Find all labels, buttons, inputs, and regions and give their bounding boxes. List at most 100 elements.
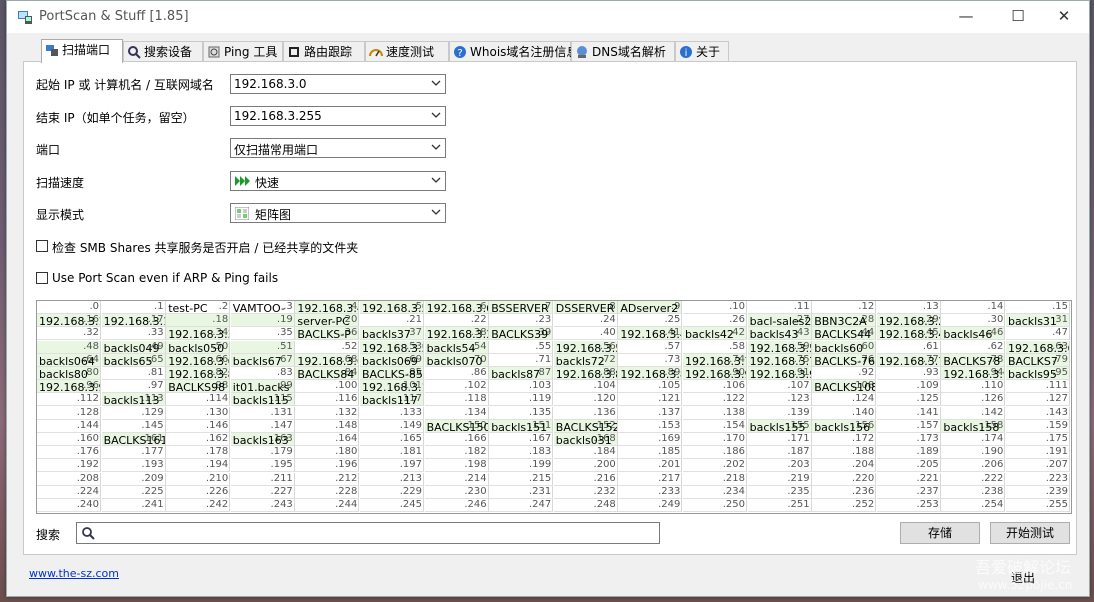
ip-cell[interactable]: .104 xyxy=(553,380,618,394)
ip-cell[interactable]: .69 backls069 xyxy=(360,353,424,367)
ip-cell[interactable]: .10 xyxy=(683,301,747,314)
ip-cell[interactable]: .47 xyxy=(1006,327,1070,341)
ip-cell[interactable]: .130 xyxy=(166,406,231,420)
ip-cell[interactable]: .62 xyxy=(941,340,1006,354)
ip-cell[interactable]: .149 xyxy=(360,419,424,433)
ip-cell[interactable]: .176 xyxy=(37,446,101,460)
ip-cell[interactable]: .119 xyxy=(489,393,554,407)
ip-cell[interactable]: .50 backls050 xyxy=(166,340,231,354)
ip-cell[interactable]: .235 xyxy=(747,485,812,499)
ip-cell[interactable]: .85 BACLKS-85 xyxy=(360,367,424,380)
ip-cell[interactable]: .228 xyxy=(295,485,360,499)
ip-cell[interactable]: .175 xyxy=(1006,433,1070,446)
ip-cell[interactable]: .232 xyxy=(553,485,618,499)
ip-cell[interactable]: .86 xyxy=(424,367,489,380)
ip-cell[interactable]: .124 xyxy=(812,393,877,407)
ip-cell[interactable]: .2 test-PC xyxy=(166,301,231,314)
ip-cell[interactable]: .253 xyxy=(876,499,941,512)
ip-cell[interactable]: .53192.168.3.53 xyxy=(360,340,424,354)
ip-cell[interactable]: .203 xyxy=(747,459,812,473)
ip-cell[interactable]: .220 xyxy=(812,472,877,486)
ip-cell[interactable]: .116 xyxy=(295,393,360,407)
ip-cell[interactable]: .187 xyxy=(747,446,812,460)
ip-cell[interactable]: .242 xyxy=(166,499,231,512)
website-link[interactable]: www.the-sz.com xyxy=(29,567,119,580)
ip-cell[interactable]: .35 xyxy=(230,327,295,341)
ip-cell[interactable]: .42 backls42 xyxy=(683,327,747,341)
ip-cell[interactable]: .96192.168.3.96 xyxy=(37,380,101,394)
ip-cell[interactable]: .5 192.168.3.5 xyxy=(360,301,424,314)
ip-cell[interactable]: .158 backls158 xyxy=(941,419,1006,433)
ip-cell[interactable]: .8 DSSERVER xyxy=(553,301,618,314)
ip-cell[interactable]: .36 BACLKS-P xyxy=(295,327,360,341)
ip-cell[interactable]: .182 xyxy=(424,446,489,460)
close-button[interactable]: ✕ xyxy=(1041,1,1087,33)
ip-cell[interactable]: .198 xyxy=(424,459,489,473)
ip-cell[interactable]: .159 xyxy=(1006,419,1070,433)
ip-cell[interactable]: .57 xyxy=(618,340,683,354)
ip-cell[interactable]: .160 xyxy=(37,433,101,446)
ip-cell[interactable]: .103 xyxy=(489,380,554,394)
ip-matrix[interactable]: .0 .1 .2 test-PC .3 VAMTOO- .4 192.168.3.4.5 192… xyxy=(36,300,1072,514)
save-button[interactable]: 存储 xyxy=(900,522,980,544)
ip-cell[interactable]: .128 xyxy=(37,406,101,420)
ip-cell[interactable]: .150 BACLKS150 xyxy=(424,419,489,433)
ip-cell[interactable]: .229 xyxy=(360,485,424,499)
maximize-button[interactable]: ☐ xyxy=(995,1,1041,33)
ip-cell[interactable]: .93 xyxy=(876,367,941,380)
ip-cell[interactable]: .204 xyxy=(812,459,877,473)
ip-cell[interactable]: .52 xyxy=(295,340,360,354)
ip-cell[interactable]: .112 xyxy=(37,393,101,407)
ip-cell[interactable]: .84 BACLKS84 xyxy=(295,367,360,380)
ip-cell[interactable]: .65 backls65 xyxy=(101,353,166,367)
ip-cell[interactable]: .252 xyxy=(812,499,877,512)
ip-cell[interactable]: .219 xyxy=(747,472,812,486)
tab-ping[interactable]: Ping 工具 xyxy=(203,41,283,62)
ip-cell[interactable]: .152 BACLKS152 xyxy=(553,419,618,433)
ip-cell[interactable]: .121 xyxy=(618,393,683,407)
ip-cell[interactable]: .209 xyxy=(101,472,166,486)
ip-cell[interactable]: .202 xyxy=(683,459,747,473)
title-bar[interactable]: PortScan & Stuff [1.85] — ☐ ✕ xyxy=(7,1,1089,33)
ip-cell[interactable]: .80 backls80 xyxy=(37,367,101,380)
ip-cell[interactable]: .9 ADserver2 xyxy=(618,301,683,314)
ip-cell[interactable]: .39 BACLKS39 xyxy=(489,327,554,341)
ip-cell[interactable]: .147 xyxy=(230,419,295,433)
ip-cell[interactable]: .141 xyxy=(876,406,941,420)
ip-cell[interactable]: .148 xyxy=(295,419,360,433)
start-test-button[interactable]: 开始测试 xyxy=(990,522,1070,544)
ip-cell[interactable]: .172 xyxy=(812,433,877,446)
ip-cell[interactable]: .68192.168.3.68 xyxy=(295,353,360,367)
ip-cell[interactable]: .67 backls67 xyxy=(230,353,295,367)
ip-cell[interactable]: .221 xyxy=(876,472,941,486)
ip-cell[interactable]: .238 xyxy=(941,485,1006,499)
ip-cell[interactable]: .40 xyxy=(553,327,618,341)
ip-cell[interactable]: .12 xyxy=(812,301,877,314)
ip-cell[interactable]: .245 xyxy=(360,499,424,512)
ip-cell[interactable]: .100 xyxy=(295,380,360,394)
ip-cell[interactable]: .251 xyxy=(747,499,812,512)
ip-cell[interactable]: .122 xyxy=(683,393,747,407)
ip-cell[interactable]: .23 xyxy=(489,314,554,328)
ip-cell[interactable]: .139 xyxy=(747,406,812,420)
tab-about[interactable]: i 关于 xyxy=(675,41,729,62)
ip-cell[interactable]: .78 BACLKS78 xyxy=(941,353,1006,367)
ip-cell[interactable]: .33 xyxy=(101,327,166,341)
ip-cell[interactable]: .192 xyxy=(37,459,101,473)
ip-cell[interactable]: .98 BACLKS98 xyxy=(166,380,231,394)
ip-cell[interactable]: .157 xyxy=(876,419,941,433)
ip-cell[interactable]: .240 xyxy=(37,499,101,512)
ip-cell[interactable]: .6 192.168.3.6 xyxy=(424,301,489,314)
ip-cell[interactable]: .165 xyxy=(360,433,424,446)
ip-cell[interactable]: .105 xyxy=(618,380,683,394)
end-ip-combo[interactable]: 192.168.3.255 xyxy=(230,106,446,126)
ip-cell[interactable]: .114 xyxy=(166,393,231,407)
ip-cell[interactable]: .129 xyxy=(101,406,166,420)
ip-cell[interactable]: .71 xyxy=(489,353,554,367)
mode-combo[interactable]: 矩阵图 xyxy=(230,203,446,223)
ip-cell[interactable]: .21 xyxy=(360,314,424,328)
ip-cell[interactable]: .19 xyxy=(230,314,295,328)
ip-cell[interactable]: .63192.168.3.63 xyxy=(1006,340,1070,354)
ip-cell[interactable]: .137 xyxy=(618,406,683,420)
ip-cell[interactable]: .195 xyxy=(230,459,295,473)
